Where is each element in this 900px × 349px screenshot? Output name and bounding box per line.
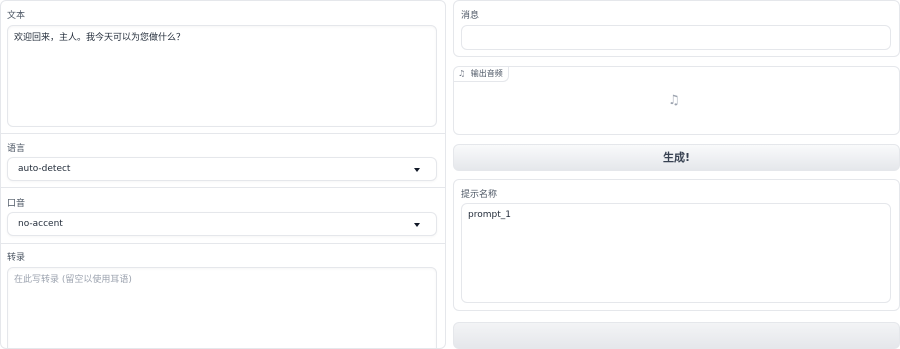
left-panel: 文本 欢迎回来，主人。我今天可以为您做什么？ 语言 auto-detect 口音… bbox=[0, 0, 446, 349]
transcript-input[interactable]: 在此写转录 (留空以使用耳语) bbox=[7, 267, 437, 348]
music-note-icon: ♫ bbox=[458, 69, 466, 78]
language-dropdown[interactable]: auto-detect bbox=[7, 157, 437, 181]
audio-output-tag: ♫ 输出音频 bbox=[454, 67, 509, 82]
secondary-button[interactable] bbox=[453, 322, 900, 349]
language-label: 语言 bbox=[7, 144, 26, 154]
text-section: 文本 欢迎回来，主人。我今天可以为您做什么？ bbox=[1, 1, 445, 133]
audio-output-label: 输出音频 bbox=[470, 69, 503, 78]
language-selected: auto-detect bbox=[18, 164, 71, 174]
music-note-icon: ♫ bbox=[668, 93, 680, 108]
caret-down-icon bbox=[414, 168, 420, 172]
prompt-input[interactable]: prompt_1 bbox=[461, 203, 891, 303]
accent-section: 口音 no-accent bbox=[1, 187, 445, 243]
language-section: 语言 auto-detect bbox=[1, 133, 445, 187]
text-label: 文本 bbox=[7, 11, 26, 21]
generate-button[interactable]: 生成! bbox=[453, 144, 900, 171]
message-input[interactable] bbox=[461, 25, 891, 50]
transcript-section: 转录 在此写转录 (留空以使用耳语) bbox=[1, 243, 445, 348]
message-label: 消息 bbox=[461, 11, 480, 21]
caret-down-icon bbox=[414, 223, 420, 227]
app-root: 文本 欢迎回来，主人。我今天可以为您做什么？ 语言 auto-detect 口音… bbox=[0, 0, 900, 349]
text-input[interactable]: 欢迎回来，主人。我今天可以为您做什么？ bbox=[7, 25, 437, 127]
transcript-label: 转录 bbox=[7, 253, 26, 263]
accent-selected: no-accent bbox=[18, 219, 63, 229]
accent-label: 口音 bbox=[7, 199, 26, 209]
message-card: 消息 bbox=[453, 0, 900, 57]
audio-output-card: ♫ 输出音频 ♫ bbox=[453, 66, 900, 135]
prompt-card: 提示名称 prompt_1 bbox=[453, 179, 900, 311]
accent-dropdown[interactable]: no-accent bbox=[7, 212, 437, 236]
prompt-label: 提示名称 bbox=[461, 190, 498, 200]
